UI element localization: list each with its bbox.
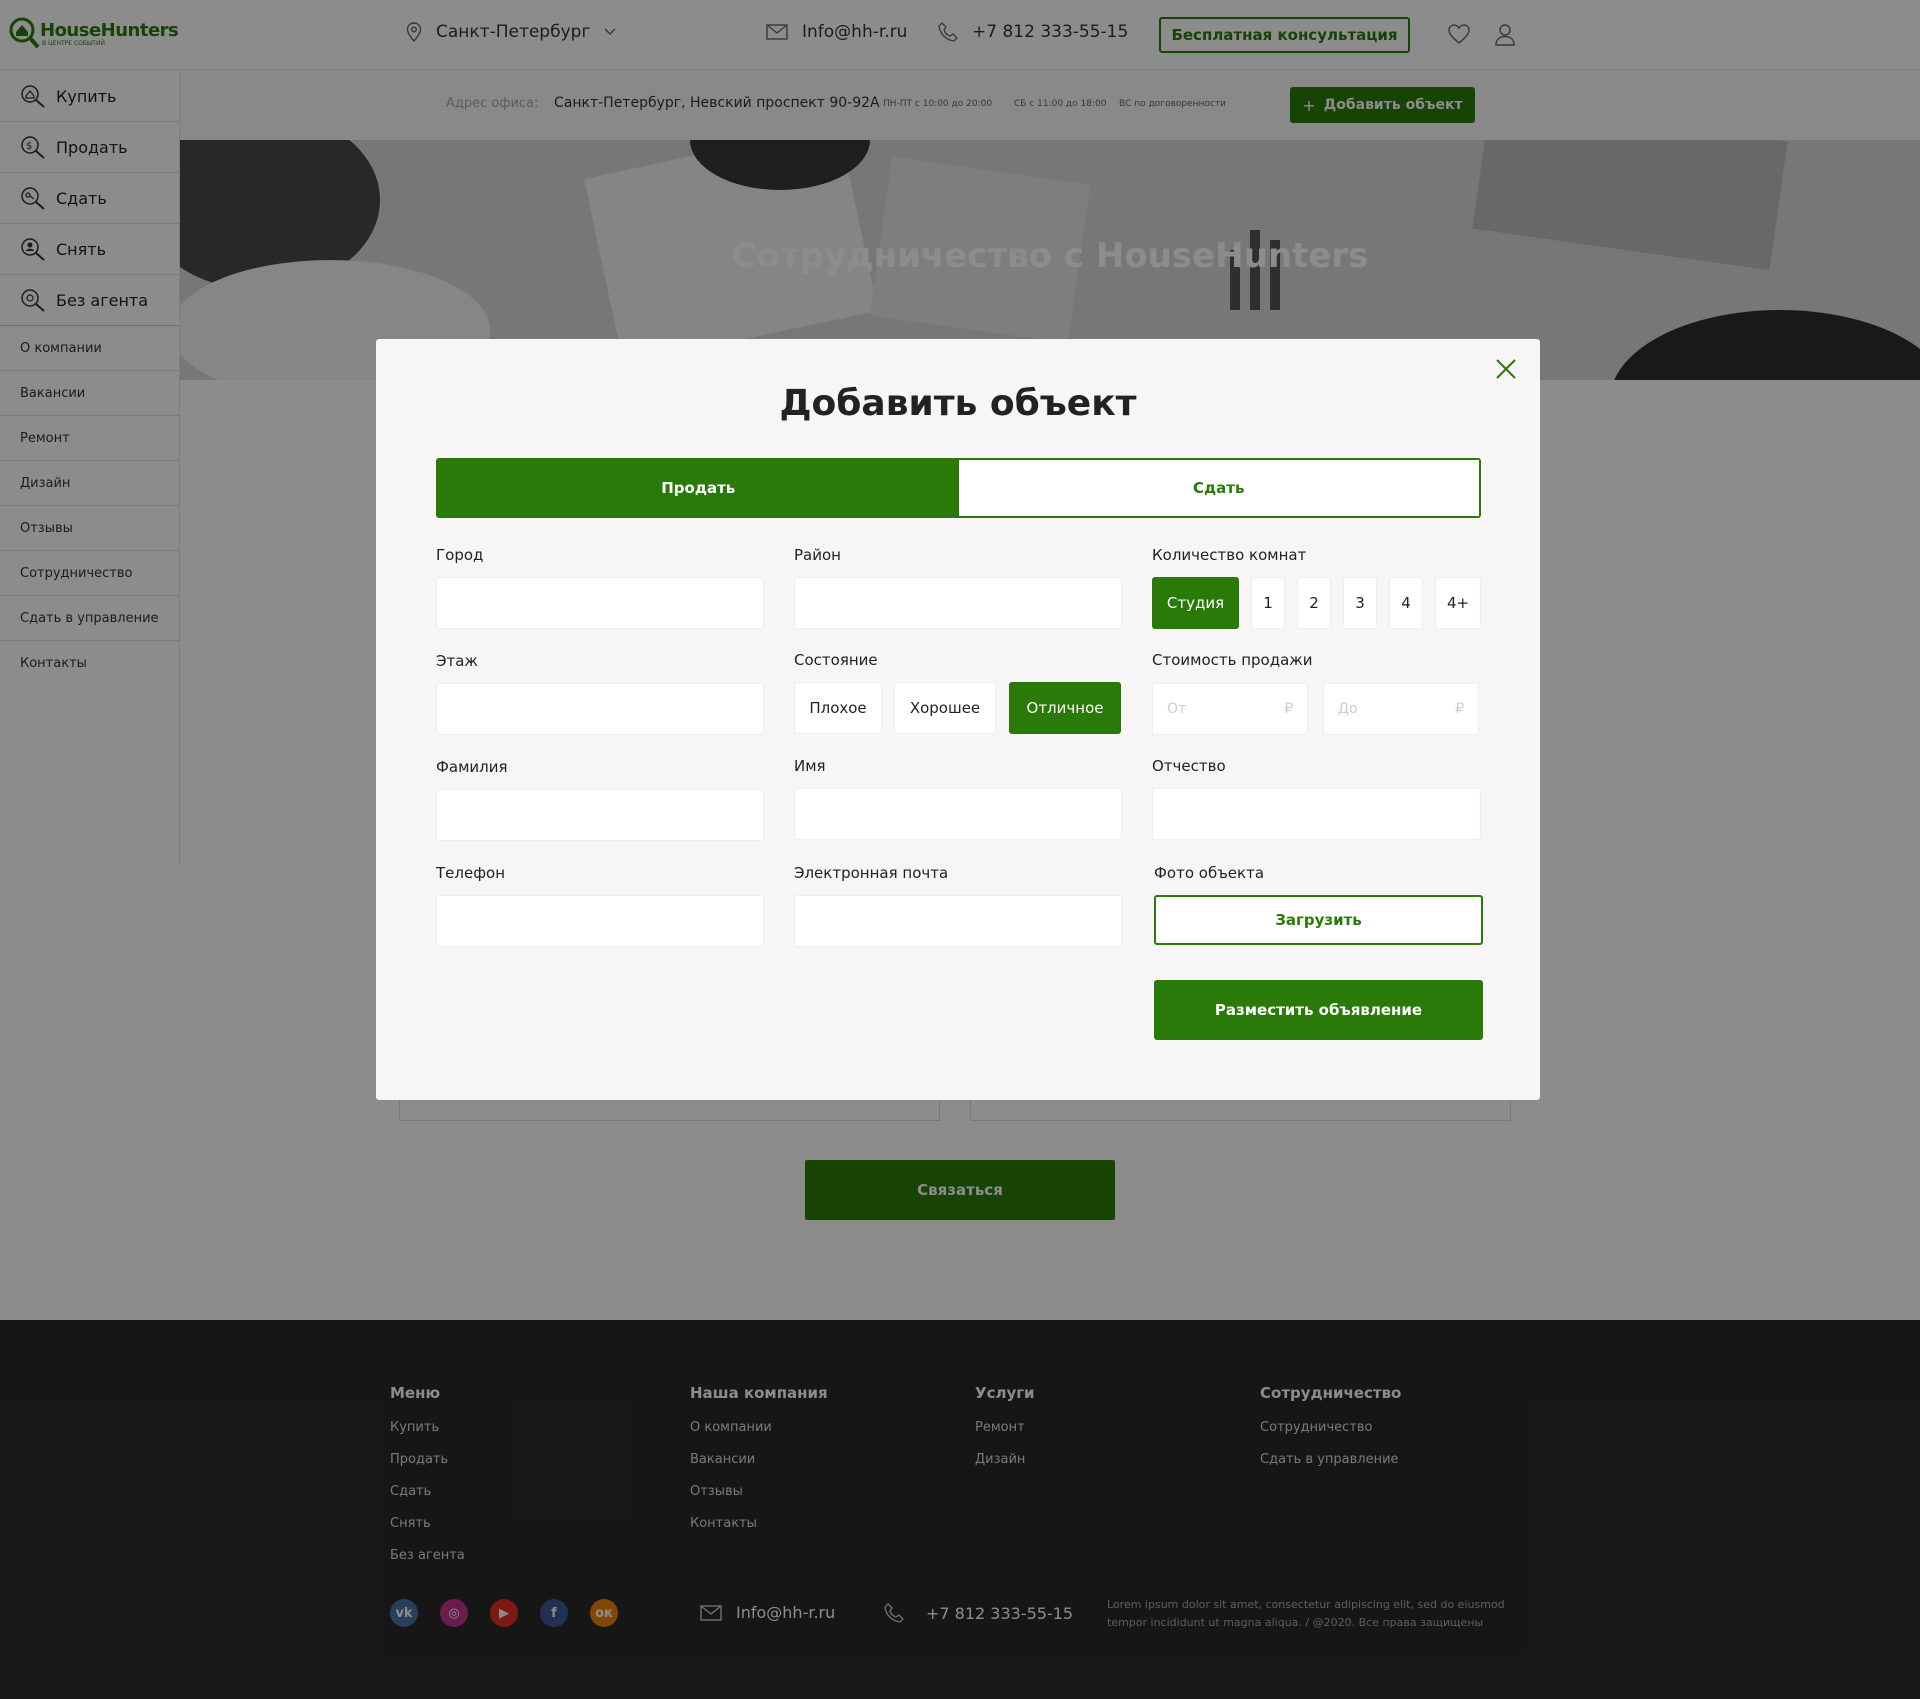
email-label: Электронная почта [794, 864, 949, 882]
phone-input[interactable] [436, 895, 764, 947]
price-from-placeholder: От [1167, 701, 1187, 717]
price-to-placeholder: До [1338, 701, 1358, 717]
modal-title: Добавить объект [779, 383, 1137, 424]
email-input[interactable] [794, 895, 1122, 947]
last-name-input[interactable] [436, 789, 764, 841]
tab-sell[interactable]: Продать [438, 460, 959, 516]
price-from-input[interactable]: От ₽ [1152, 683, 1308, 735]
room-option-4plus[interactable]: 4+ [1435, 577, 1481, 629]
photo-label: Фото объекта [1154, 864, 1265, 882]
patronymic-label: Отчество [1152, 757, 1226, 775]
first-name-input[interactable] [794, 788, 1122, 840]
district-label: Район [794, 546, 841, 564]
room-option-4[interactable]: 4 [1389, 577, 1423, 629]
condition-option-excellent[interactable]: Отличное [1009, 682, 1121, 734]
add-object-modal: Добавить объект Продать Сдать Город Райо… [376, 339, 1540, 1100]
price-label: Стоимость продажи [1152, 651, 1313, 669]
floor-label: Этаж [436, 652, 478, 670]
room-option-1[interactable]: 1 [1251, 577, 1285, 629]
city-label: Город [436, 546, 484, 564]
first-name-label: Имя [794, 757, 826, 775]
tab-rent-out[interactable]: Сдать [958, 460, 1479, 516]
deal-type-tabs: Продать Сдать [436, 458, 1481, 518]
patronymic-input[interactable] [1152, 788, 1481, 840]
room-option-3[interactable]: 3 [1343, 577, 1377, 629]
ruble-icon: ₽ [1455, 701, 1464, 717]
condition-label: Состояние [794, 651, 878, 669]
close-icon[interactable] [1492, 355, 1520, 383]
room-option-studio[interactable]: Студия [1152, 577, 1239, 629]
city-input[interactable] [436, 577, 764, 629]
condition-option-good[interactable]: Хорошее [894, 682, 996, 734]
floor-input[interactable] [436, 683, 764, 735]
ruble-icon: ₽ [1284, 701, 1293, 717]
condition-option-bad[interactable]: Плохое [794, 682, 882, 734]
rooms-label: Количество комнат [1152, 546, 1307, 564]
district-input[interactable] [794, 577, 1122, 629]
last-name-label: Фамилия [436, 758, 508, 776]
upload-photo-button[interactable]: Загрузить [1154, 895, 1483, 945]
phone-label: Телефон [436, 864, 506, 882]
room-option-2[interactable]: 2 [1297, 577, 1331, 629]
price-to-input[interactable]: До ₽ [1323, 683, 1479, 735]
submit-listing-button[interactable]: Разместить объявление [1154, 980, 1483, 1040]
